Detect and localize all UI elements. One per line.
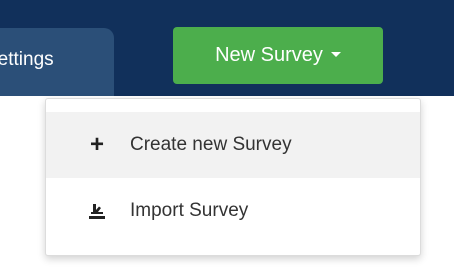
menu-item-import-survey[interactable]: Import Survey — [46, 178, 420, 244]
new-survey-button[interactable]: New Survey — [173, 27, 383, 84]
menu-item-create-new-survey[interactable]: + Create new Survey — [46, 112, 420, 178]
caret-down-icon — [330, 52, 341, 58]
top-navbar: Settings New Survey — [0, 0, 454, 96]
tab-settings[interactable]: Settings — [0, 28, 114, 96]
new-survey-button-label: New Survey — [215, 44, 323, 66]
new-survey-dropdown-menu: + Create new Survey Import Survey — [45, 98, 421, 256]
import-icon — [82, 201, 112, 221]
menu-item-label: Create new Survey — [130, 134, 292, 155]
tab-settings-label: Settings — [0, 49, 54, 70]
plus-icon: + — [89, 131, 104, 158]
menu-item-label: Import Survey — [130, 200, 249, 221]
